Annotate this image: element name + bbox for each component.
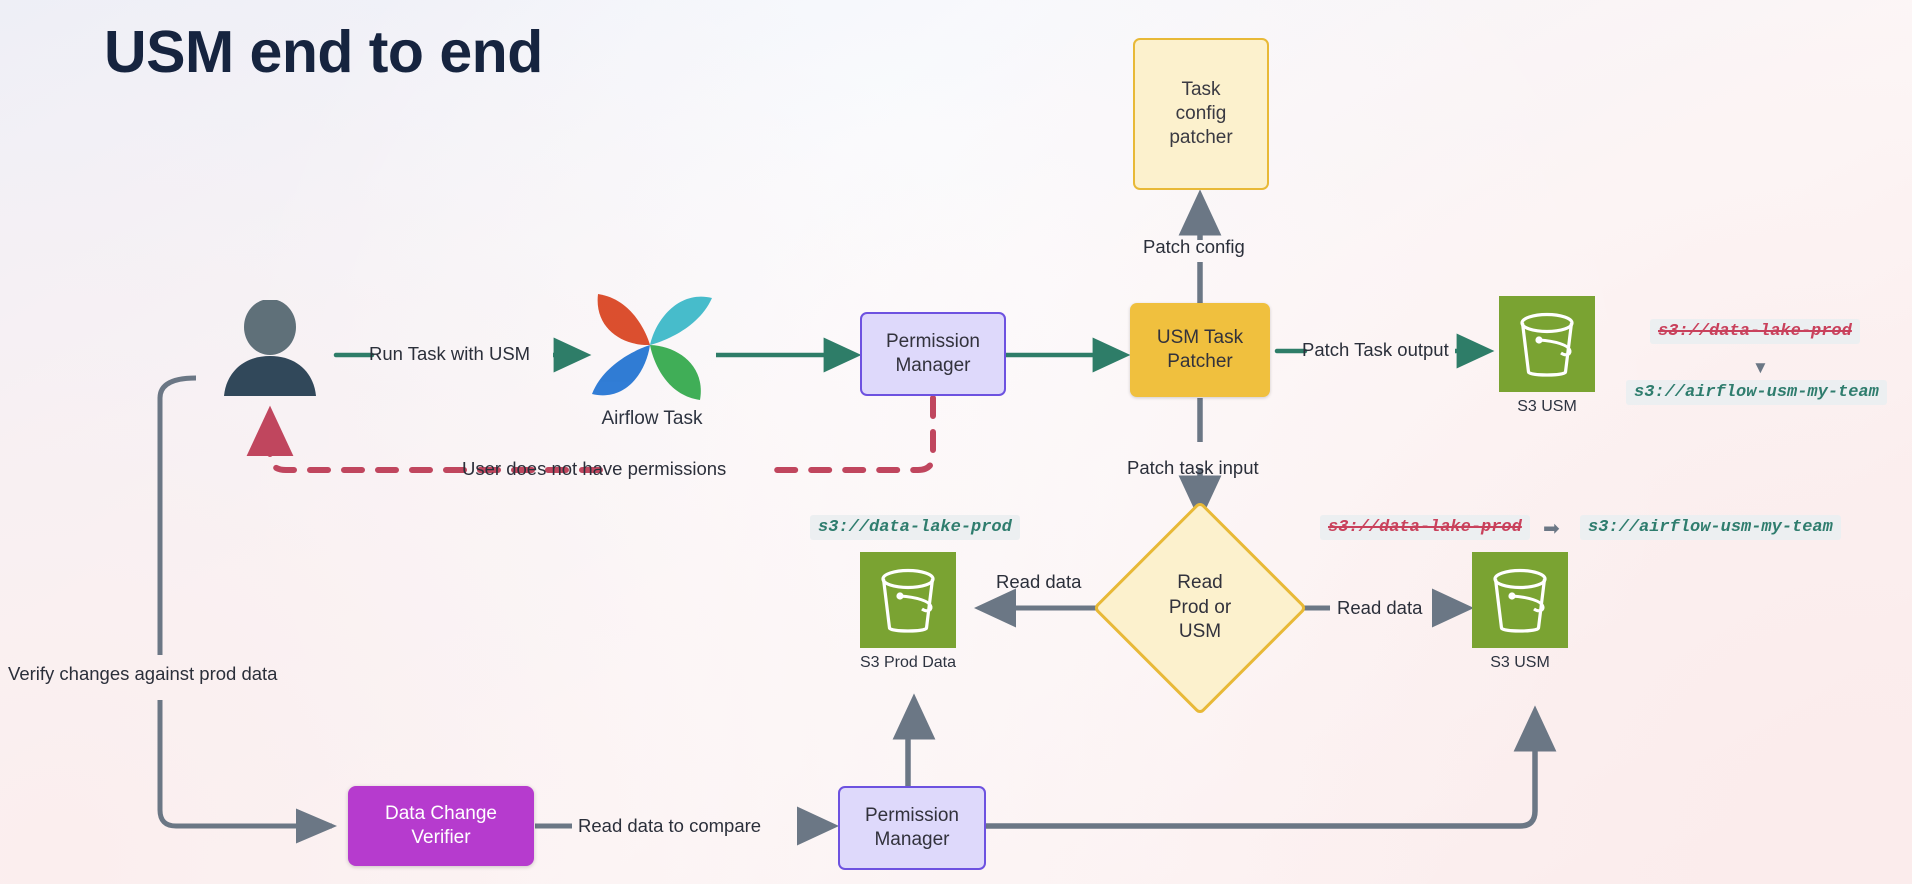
- airflow-task-label: Airflow Task: [601, 408, 703, 429]
- s3-usm-top-old-path: s3://data-lake-prod: [1650, 319, 1860, 344]
- edge-label-run-task-with-usm: Run Task with USM: [369, 343, 531, 364]
- data-change-verifier-node[interactable]: Data Change Verifier: [348, 786, 534, 866]
- permission-manager-bottom-node[interactable]: Permission Manager: [838, 786, 986, 870]
- airflow-task-node[interactable]: Airflow Task: [588, 290, 716, 440]
- diamond-line3: USM: [1178, 621, 1222, 643]
- edge-label-patch-config: Patch config: [1143, 236, 1245, 257]
- s3-usm-mid-node[interactable]: S3 USM: [1472, 552, 1568, 671]
- arrow-right-icon: ➡: [1543, 518, 1560, 540]
- task-config-patcher-line2: config: [1175, 102, 1227, 124]
- s3-bucket-icon: [1472, 552, 1568, 648]
- s3-prod-path-chip: s3://data-lake-prod: [810, 515, 1020, 540]
- edge-label-read-data-to-compare: Read data to compare: [578, 815, 762, 836]
- permission-manager-top-line1: Permission: [886, 330, 980, 352]
- edge-verify-changes-against-prod-data: [157, 375, 338, 844]
- permission-manager-bottom-line2: Manager: [874, 829, 950, 850]
- task-config-patcher-node[interactable]: Task config patcher: [1133, 38, 1269, 190]
- s3-bucket-icon: [1499, 296, 1595, 392]
- task-config-patcher-line1: Task: [1181, 78, 1221, 100]
- usm-task-patcher-node[interactable]: USM Task Patcher: [1130, 303, 1270, 397]
- diamond-label: Read Prod or USM: [1124, 532, 1276, 684]
- edge-permission-manager-bottom-to-s3-prod: [892, 693, 936, 786]
- edge-label-patch-task-output: Patch Task output: [1302, 339, 1449, 360]
- user-icon: [216, 300, 324, 400]
- s3-usm-top-node[interactable]: S3 USM: [1499, 296, 1595, 415]
- data-change-verifier-line1: Data Change: [385, 802, 497, 824]
- diamond-line1: Read: [1177, 571, 1223, 593]
- diagram-canvas: USM end to end Airflow Task Permission M…: [0, 0, 1912, 884]
- permission-manager-top-line2: Manager: [895, 355, 971, 376]
- data-change-verifier-line2: Verifier: [411, 827, 471, 848]
- task-config-patcher-line3: patcher: [1169, 127, 1233, 149]
- s3-usm-mid-new-path: s3://airflow-usm-my-team: [1580, 515, 1841, 540]
- permission-manager-top-node[interactable]: Permission Manager: [860, 312, 1006, 396]
- s3-usm-top-caption: S3 USM: [1517, 398, 1577, 415]
- chevron-down-icon: ▼: [1752, 358, 1769, 377]
- edge-label-read-data-right: Read data: [1337, 597, 1423, 618]
- s3-usm-top-new-path: s3://airflow-usm-my-team: [1626, 380, 1887, 405]
- s3-prod-data-caption: S3 Prod Data: [859, 654, 957, 671]
- s3-usm-mid-old-path-chip: s3://data-lake-prod: [1320, 515, 1530, 540]
- s3-usm-top-old-path-chip: s3://data-lake-prod: [1650, 319, 1860, 344]
- edge-label-user-does-not-have-permissions: User does not have permissions: [462, 458, 727, 479]
- s3-prod-data-node[interactable]: S3 Prod Data: [860, 552, 956, 671]
- edge-label-read-data-left: Read data: [996, 571, 1082, 592]
- airflow-logo-icon: [592, 294, 712, 400]
- permission-manager-bottom-line1: Permission: [865, 804, 959, 826]
- s3-prod-path: s3://data-lake-prod: [810, 515, 1020, 540]
- read-prod-or-usm-decision-node[interactable]: Read Prod or USM: [1092, 500, 1308, 716]
- s3-usm-mid-caption: S3 USM: [1490, 654, 1550, 671]
- s3-usm-mid-old-path: s3://data-lake-prod: [1320, 515, 1530, 540]
- s3-usm-mid-new-path-chip: s3://airflow-usm-my-team: [1580, 515, 1841, 540]
- s3-bucket-icon: [860, 552, 956, 648]
- s3-usm-top-new-path-chip: s3://airflow-usm-my-team: [1626, 380, 1887, 405]
- usm-task-patcher-line1: USM Task: [1156, 326, 1244, 348]
- page-title: USM end to end: [104, 19, 543, 85]
- edge-label-patch-task-input: Patch task input: [1127, 457, 1259, 478]
- connector-layer: [157, 189, 1557, 846]
- edge-permission-manager-bottom-to-s3-usm: [986, 705, 1557, 829]
- edge-label-verify-changes: Verify changes against prod data: [8, 663, 278, 684]
- usm-task-patcher-line2: Patcher: [1167, 351, 1233, 372]
- diamond-line2: Prod or: [1168, 596, 1232, 618]
